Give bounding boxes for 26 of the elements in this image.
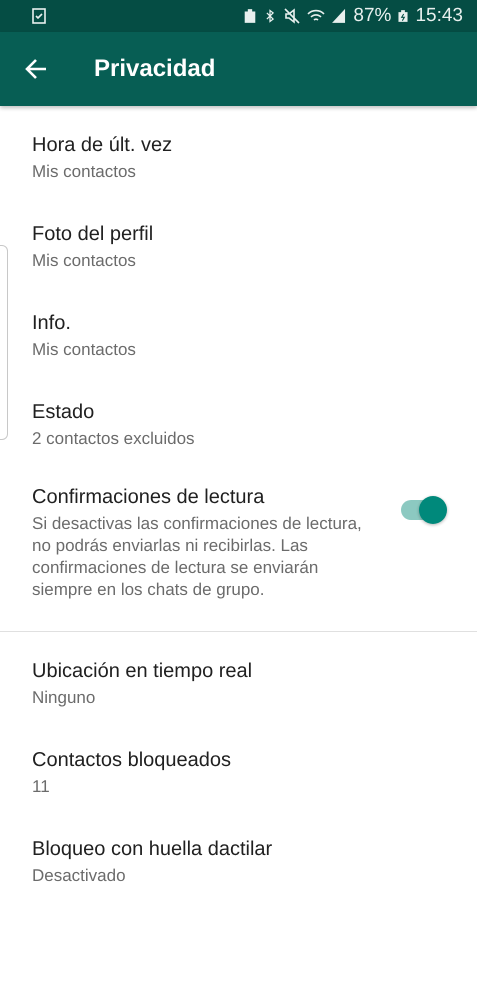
setting-title: Ubicación en tiempo real bbox=[32, 660, 254, 683]
setting-title: Hora de últ. vez bbox=[32, 134, 174, 157]
privacy-setting-item[interactable]: Estado 2 contactos excluidos bbox=[0, 381, 477, 470]
setting-title: Confirmaciones de lectura bbox=[32, 486, 266, 509]
privacy-setting-item[interactable]: Info. Mis contactos bbox=[0, 292, 477, 381]
battery-percentage: 87% bbox=[353, 5, 392, 27]
clock-time: 15:43 bbox=[415, 5, 463, 27]
setting-description: Si desactivas las confirmaciones de lectura, no podrás enviarlas ni recibirlas. Las confirmaciones de lectura se enviarán siempre en los chats de grupo. bbox=[32, 513, 363, 601]
setting-value: Mis contactos bbox=[32, 250, 137, 272]
setting-value: 2 contactos excluidos bbox=[32, 428, 196, 450]
privacy-setting-item[interactable]: Foto del perfil Mis contactos bbox=[0, 203, 477, 292]
setting-title: Contactos bloqueados bbox=[32, 749, 232, 772]
privacy-setting-item[interactable]: Contactos bloqueados 11 bbox=[0, 729, 477, 818]
setting-value: Desactivado bbox=[32, 865, 127, 887]
privacy-setting-item[interactable]: Hora de últ. vez Mis contactos bbox=[0, 114, 477, 203]
setting-title: Estado bbox=[32, 401, 96, 424]
setting-value: Mis contactos bbox=[32, 339, 137, 361]
privacy-setting-item[interactable]: Ubicación en tiempo real Ninguno bbox=[0, 640, 477, 729]
setting-value: Mis contactos bbox=[32, 161, 137, 183]
setting-value: Ninguno bbox=[32, 687, 96, 709]
setting-title: Bloqueo con huella dactilar bbox=[32, 838, 274, 861]
setting-title: Info. bbox=[32, 312, 72, 335]
setting-value: 11 bbox=[32, 776, 51, 798]
privacy-setting-item[interactable]: Bloqueo con huella dactilar Desactivado bbox=[0, 818, 477, 907]
setting-title: Foto del perfil bbox=[32, 223, 154, 246]
screen-title: Privacidad bbox=[94, 55, 216, 83]
